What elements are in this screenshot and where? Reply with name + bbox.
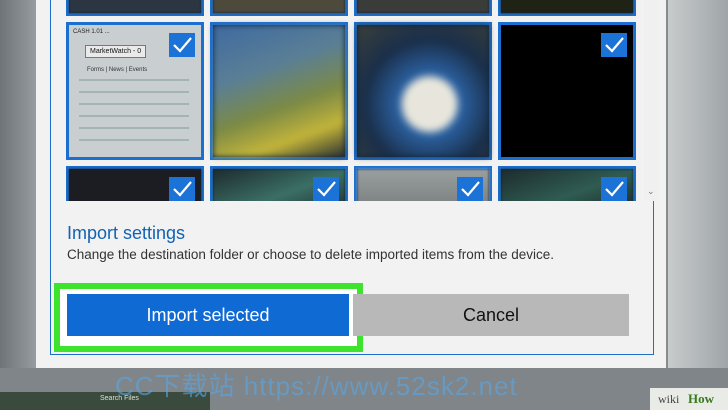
thumb-top-3[interactable] (354, 0, 492, 16)
thumb-bottom-2[interactable] (210, 166, 348, 201)
thumb-top-1[interactable] (66, 0, 204, 16)
checkmark-icon[interactable] (457, 177, 483, 201)
thumb-bottom-4[interactable] (498, 166, 636, 201)
checkmark-icon[interactable] (169, 33, 195, 57)
checkmark-icon[interactable] (601, 177, 627, 201)
import-settings-description: Change the destination folder or choose … (67, 247, 555, 262)
thumb-bottom-1[interactable] (66, 166, 204, 201)
wikihow-suffix: How (688, 391, 714, 406)
marketwatch-menu: Forms | News | Events (87, 67, 148, 73)
checkmark-icon[interactable] (169, 177, 195, 201)
import-selected-button[interactable]: Import selected (67, 294, 349, 336)
import-settings-link[interactable]: Import settings (67, 223, 185, 244)
thumb-marketwatch[interactable]: CASH 1.01 ... MarketWatch - 0 Forms | Ne… (66, 22, 204, 160)
wikihow-prefix: wiki (658, 392, 680, 406)
thumb-top-2[interactable] (210, 0, 348, 16)
thumb-bottom-3[interactable] (354, 166, 492, 201)
checkmark-icon[interactable] (601, 33, 627, 57)
thumbnail-grid: CASH 1.01 ... MarketWatch - 0 Forms | Ne… (64, 0, 644, 201)
thumb-top-4[interactable] (498, 0, 636, 16)
thumb-blurred-photo-2[interactable] (354, 22, 492, 160)
watermark-text: CC下载站 https://www.52sk2.net (115, 371, 518, 401)
scroll-down-icon[interactable]: ⌄ (647, 186, 655, 197)
backdrop-left (0, 0, 40, 410)
grid-scrollbar[interactable]: ⌄ (644, 0, 658, 201)
thumb-blurred-photo-1[interactable] (210, 22, 348, 160)
wikihow-logo: wiki How (650, 388, 728, 410)
marketwatch-rows (79, 79, 189, 149)
cancel-button[interactable]: Cancel (353, 294, 629, 336)
marketwatch-tab: MarketWatch - 0 (85, 45, 147, 58)
marketwatch-header: CASH 1.01 ... (73, 29, 110, 35)
thumb-black[interactable] (498, 22, 636, 160)
checkmark-icon[interactable] (313, 177, 339, 201)
backdrop-right (668, 0, 728, 410)
